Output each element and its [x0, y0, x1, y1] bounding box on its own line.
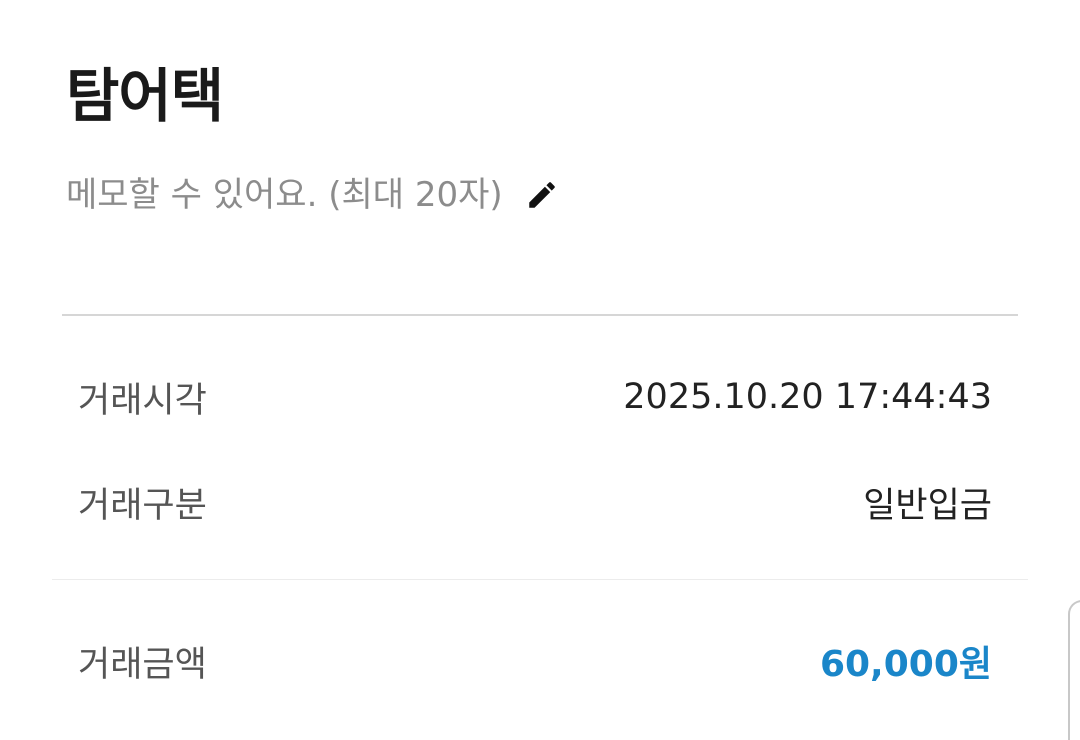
memo-row[interactable]: 메모할 수 있어요. (최대 20자) [66, 168, 559, 222]
account-holder-name: 탐어택 [66, 62, 224, 130]
transaction-time-label: 거래시각 [78, 380, 207, 421]
pencil-icon-graphic [528, 182, 555, 208]
transaction-amount-label: 거래금액 [78, 644, 207, 685]
section-divider [62, 314, 1018, 316]
pencil-icon[interactable] [525, 178, 559, 212]
detail-row-transaction-time: 거래시각 2025.10.20 17:44:43 [78, 369, 992, 425]
transaction-type-label: 거래구분 [78, 485, 207, 526]
detail-row-transaction-amount: 거래금액 60,000원 [78, 633, 992, 689]
edge-panel [1068, 600, 1080, 740]
detail-row-transaction-type: 거래구분 일반입금 [78, 474, 992, 530]
transaction-time-value: 2025.10.20 17:44:43 [623, 377, 992, 417]
memo-placeholder[interactable]: 메모할 수 있어요. (최대 20자) [66, 168, 503, 222]
amount-divider [52, 579, 1028, 580]
transaction-type-value: 일반입금 [863, 485, 992, 526]
transaction-amount-value: 60,000원 [819, 644, 992, 685]
